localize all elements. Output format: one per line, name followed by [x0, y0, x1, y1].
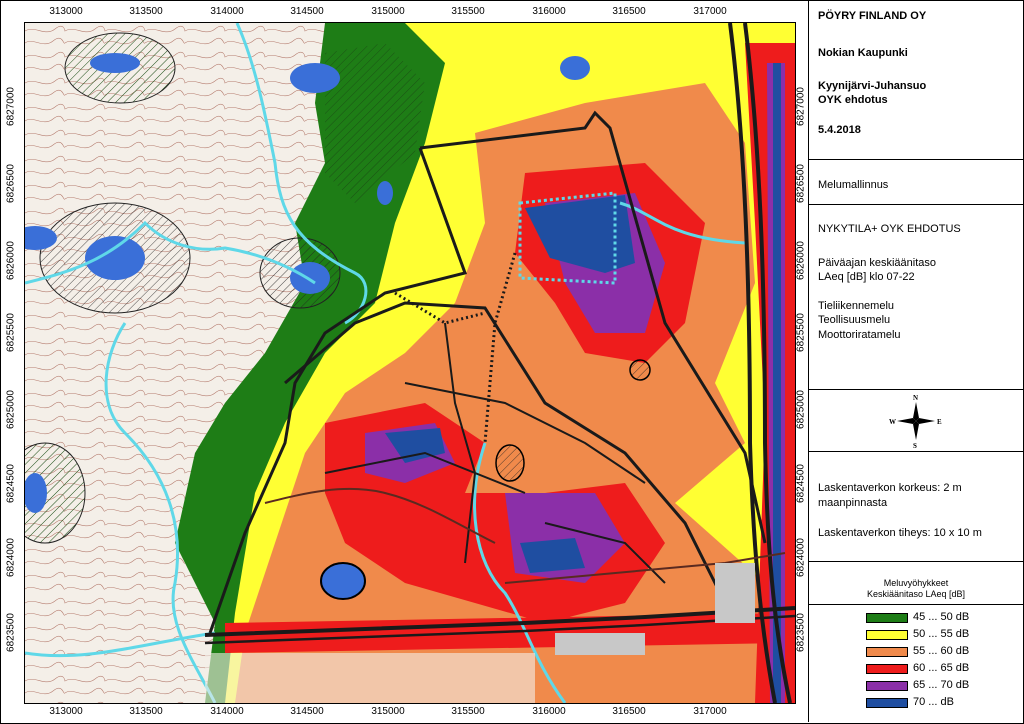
calculation-block: Laskentaverkon korkeus: 2 m maanpinnasta… — [809, 452, 1023, 562]
scenario-block: NYKYTILA+ OYK EHDOTUS Päiväajan keskiään… — [809, 205, 1023, 390]
y-tick-label: 6824000 — [5, 538, 17, 577]
legend-label: 70 ... dB — [913, 696, 954, 708]
x-tick-label: 316000 — [532, 706, 566, 717]
x-tick-label: 314000 — [210, 706, 244, 717]
map-date: 5.4.2018 — [818, 124, 861, 136]
project-name-line1: Kyynijärvi-Juhansuo — [818, 80, 927, 92]
x-tick-label: 316500 — [612, 6, 646, 17]
x-tick-label: 315000 — [371, 706, 405, 717]
x-tick-label: 316500 — [612, 706, 646, 717]
y-tick-label: 6825000 — [795, 390, 807, 429]
north-arrow-icon: N S W E — [889, 394, 942, 450]
grid-density: Laskentaverkon tiheys: 10 x 10 m — [818, 527, 982, 539]
legend: Meluvyöhykkeet Keskiäänitaso LAeq [dB] 4… — [809, 562, 1023, 722]
legend-label: 60 ... 65 dB — [913, 662, 970, 674]
y-tick-label: 6827000 — [795, 87, 807, 126]
legend-swatch — [866, 664, 908, 674]
y-tick-label: 6826500 — [795, 164, 807, 203]
model-type: Melumallinnus — [818, 179, 889, 191]
x-tick-label: 314500 — [290, 6, 324, 17]
y-tick-label: 6826000 — [795, 241, 807, 280]
title-block: PÖYRY FINLAND OY Nokian Kaupunki Kyynijä… — [809, 0, 1023, 160]
title-panel: PÖYRY FINLAND OY Nokian Kaupunki Kyynijä… — [808, 0, 1023, 722]
x-tick-label: 313500 — [129, 6, 163, 17]
x-tick-label: 313000 — [49, 6, 83, 17]
legend-subtitle: Keskiäänitaso LAeq [dB] — [866, 589, 966, 599]
y-tick-label: 6825000 — [5, 390, 17, 429]
hatched-site — [629, 359, 651, 381]
y-tick-label: 6825500 — [5, 313, 17, 352]
grid-height-line2: maanpinnasta — [818, 497, 888, 509]
x-tick-label: 313500 — [129, 706, 163, 717]
legend-label: 55 ... 60 dB — [913, 645, 970, 657]
y-tick-label: 6824500 — [5, 464, 17, 503]
legend-label: 45 ... 50 dB — [913, 611, 970, 623]
y-tick-label: 6823500 — [795, 613, 807, 652]
x-tick-label: 314500 — [290, 706, 324, 717]
compass-e-label: E — [937, 418, 942, 426]
lake — [377, 181, 393, 205]
lake — [85, 236, 145, 280]
noise-map-canvas — [25, 23, 795, 703]
scenario-name: NYKYTILA+ OYK EHDOTUS — [818, 223, 961, 235]
noise-source: Tieliikennemelu — [818, 300, 895, 312]
x-tick-label: 317000 — [693, 706, 727, 717]
lake — [290, 63, 340, 93]
legend-label: 50 ... 55 dB — [913, 628, 970, 640]
company-name: PÖYRY FINLAND OY — [818, 10, 927, 22]
x-tick-label: 316000 — [532, 6, 566, 17]
x-tick-label: 315500 — [451, 706, 485, 717]
client-name: Nokian Kaupunki — [818, 47, 908, 59]
y-tick-label: 6827000 — [5, 87, 17, 126]
y-tick-label: 6824000 — [795, 538, 807, 577]
noise-source: Moottoriratamelu — [818, 329, 901, 341]
lake — [320, 562, 366, 600]
noise-map[interactable] — [24, 22, 796, 704]
x-tick-label: 315000 — [371, 6, 405, 17]
settlement — [715, 563, 755, 623]
legend-swatch — [866, 647, 908, 657]
level-description-line1: Päiväajan keskiäänitaso — [818, 257, 937, 269]
legend-label: 65 ... 70 dB — [913, 679, 970, 691]
x-tick-label: 313000 — [49, 706, 83, 717]
settlement — [555, 633, 645, 655]
hatched-site — [495, 444, 525, 482]
lake — [90, 53, 140, 73]
compass-n-label: N — [913, 394, 918, 402]
project-name-line2: OYK ehdotus — [818, 94, 888, 106]
y-tick-label: 6825500 — [795, 313, 807, 352]
x-tick-label: 317000 — [693, 6, 727, 17]
legend-title: Meluvyöhykkeet — [883, 578, 949, 588]
x-tick-label: 314000 — [210, 6, 244, 17]
legend-swatch — [866, 613, 908, 623]
legend-swatch — [866, 698, 908, 708]
compass-w-label: W — [889, 418, 896, 426]
legend-swatch — [866, 681, 908, 691]
y-tick-label: 6826500 — [5, 164, 17, 203]
compass-s-label: S — [913, 442, 917, 450]
level-description-line2: LAeq [dB] klo 07-22 — [818, 271, 915, 283]
y-tick-label: 6823500 — [5, 613, 17, 652]
y-tick-label: 6826000 — [5, 241, 17, 280]
model-block: Melumallinnus — [809, 160, 1023, 205]
x-tick-label: 315500 — [451, 6, 485, 17]
lake — [560, 56, 590, 80]
compass-block: N S W E — [809, 390, 1023, 452]
legend-swatch — [866, 630, 908, 640]
y-tick-label: 6824500 — [795, 464, 807, 503]
settlement — [205, 653, 535, 703]
grid-height-line1: Laskentaverkon korkeus: 2 m — [818, 482, 962, 494]
noise-source: Teollisuusmelu — [818, 314, 891, 326]
